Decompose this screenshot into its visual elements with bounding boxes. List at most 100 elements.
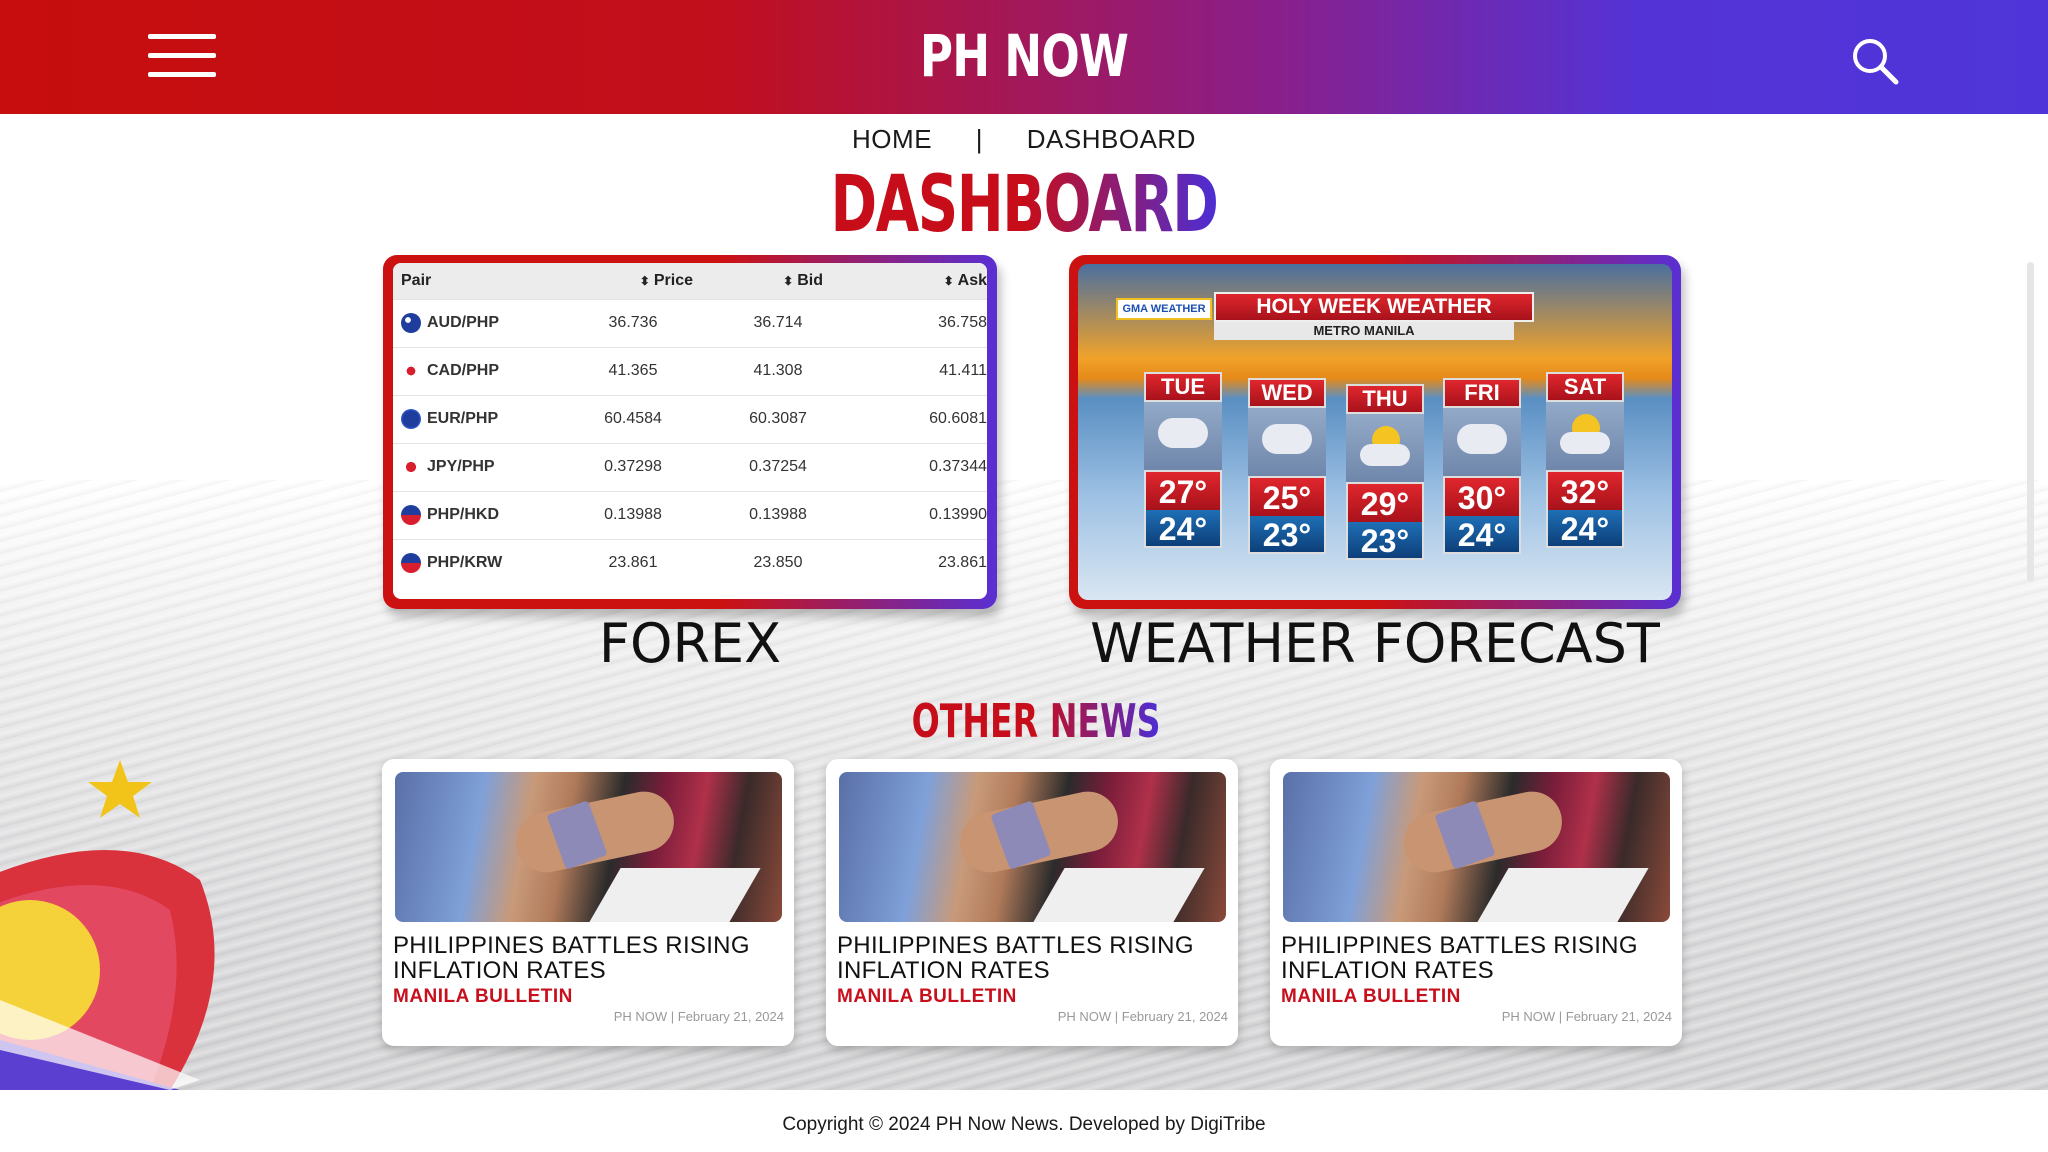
site-header: PH NOW bbox=[0, 0, 2048, 114]
forex-label: FOREX bbox=[598, 612, 782, 675]
low-temp: 23° bbox=[1346, 522, 1424, 560]
forecast-day: FRI 30° 24° bbox=[1443, 378, 1521, 554]
weather-location: METRO MANILA bbox=[1214, 322, 1514, 340]
day-name: WED bbox=[1248, 378, 1326, 408]
sun-cloud-icon bbox=[1346, 414, 1424, 482]
copyright-text: Copyright © 2024 PH Now News. Developed … bbox=[782, 1114, 1266, 1135]
day-name: FRI bbox=[1443, 378, 1521, 408]
news-card[interactable]: PHILIPPINES BATTLES RISING INFLATION RAT… bbox=[1270, 759, 1682, 1046]
breadcrumb-home[interactable]: HOME bbox=[852, 124, 932, 154]
page-title: DASHBOARD bbox=[830, 160, 1219, 250]
news-meta: PH NOW | February 21, 2024 bbox=[613, 1009, 784, 1024]
news-meta: PH NOW | February 21, 2024 bbox=[1501, 1009, 1672, 1024]
weather-forecast-image: GMA WEATHER HOLY WEEK WEATHER METRO MANI… bbox=[1078, 264, 1672, 600]
sort-icon: ⬍ bbox=[943, 273, 954, 288]
price-value: 23.861 bbox=[553, 538, 713, 587]
cloud-rain-icon bbox=[1443, 408, 1521, 476]
sun-cloud-icon bbox=[1546, 402, 1624, 470]
news-card[interactable]: PHILIPPINES BATTLES RISING INFLATION RAT… bbox=[382, 759, 794, 1046]
low-temp: 24° bbox=[1546, 510, 1624, 548]
pair-name: EUR/PHP bbox=[427, 410, 499, 428]
pair-name: JPY/PHP bbox=[427, 458, 495, 476]
breadcrumb-dashboard[interactable]: DASHBOARD bbox=[1027, 124, 1196, 154]
forex-row[interactable]: JPY/PHP 0.37298 0.37254 0.37344 bbox=[393, 442, 987, 491]
high-temp: 30° bbox=[1443, 476, 1521, 516]
forex-row[interactable]: PHP/HKD 0.13988 0.13988 0.13990 bbox=[393, 490, 987, 539]
high-temp: 29° bbox=[1346, 482, 1424, 522]
day-name: THU bbox=[1346, 384, 1424, 414]
bid-value: 23.850 bbox=[713, 538, 843, 587]
news-thumbnail bbox=[839, 772, 1226, 922]
weather-forecast-label: WEATHER FORECAST bbox=[1090, 612, 1660, 675]
price-value: 0.37298 bbox=[553, 442, 713, 491]
column-header-pair[interactable]: Pair bbox=[393, 263, 553, 299]
philippines-flag-icon bbox=[401, 505, 421, 525]
bid-value: 36.714 bbox=[713, 298, 843, 347]
weather-banner: HOLY WEEK WEATHER bbox=[1214, 292, 1534, 322]
column-header-ask[interactable]: ⬍ Ask bbox=[843, 263, 987, 299]
forecast-day: TUE 27° 24° bbox=[1144, 372, 1222, 548]
search-icon[interactable] bbox=[1850, 36, 1900, 86]
price-value: 0.13988 bbox=[553, 490, 713, 539]
news-thumbnail bbox=[395, 772, 782, 922]
gma-weather-logo: GMA WEATHER bbox=[1116, 298, 1212, 320]
ask-value: 41.411 bbox=[843, 346, 987, 395]
forex-row[interactable]: PHP/KRW 23.861 23.850 23.861 bbox=[393, 538, 987, 587]
forecast-day: WED 25° 23° bbox=[1248, 378, 1326, 554]
forex-row[interactable]: EUR/PHP 60.4584 60.3087 60.6081 bbox=[393, 394, 987, 443]
japan-flag-icon bbox=[401, 457, 421, 477]
day-name: SAT bbox=[1546, 372, 1624, 402]
philippines-flag-icon bbox=[401, 553, 421, 574]
news-source: MANILA BULLETIN bbox=[393, 986, 573, 1007]
column-header-price[interactable]: ⬍ Price bbox=[553, 263, 713, 299]
philippine-flag-decoration bbox=[0, 760, 215, 1090]
site-brand[interactable]: PH NOW bbox=[225, 22, 1822, 90]
breadcrumb-separator: | bbox=[975, 124, 984, 154]
bid-value: 0.13988 bbox=[713, 490, 843, 539]
bid-value: 60.3087 bbox=[713, 394, 843, 443]
other-news-heading: OTHER NEWS bbox=[911, 694, 1161, 748]
sort-icon: ⬍ bbox=[639, 273, 650, 288]
high-temp: 32° bbox=[1546, 470, 1624, 510]
news-headline[interactable]: PHILIPPINES BATTLES RISING INFLATION RAT… bbox=[1281, 933, 1671, 983]
news-headline[interactable]: PHILIPPINES BATTLES RISING INFLATION RAT… bbox=[393, 933, 783, 983]
news-meta: PH NOW | February 21, 2024 bbox=[1057, 1009, 1228, 1024]
high-temp: 27° bbox=[1144, 470, 1222, 510]
column-header-bid[interactable]: ⬍ Bid bbox=[713, 263, 843, 299]
eu-flag-icon bbox=[401, 409, 421, 429]
site-footer: Copyright © 2024 PH Now News. Developed … bbox=[0, 1090, 2048, 1152]
cloud-rain-icon bbox=[1144, 402, 1222, 470]
pair-name: PHP/KRW bbox=[427, 554, 503, 572]
weather-widget[interactable]: GMA WEATHER HOLY WEEK WEATHER METRO MANI… bbox=[1069, 255, 1681, 609]
price-value: 41.365 bbox=[553, 346, 713, 395]
forex-widget: Pair ⬍ Price ⬍ Bid ⬍ Ask AUD/PHP 36.736 36.… bbox=[383, 255, 997, 609]
forex-row[interactable]: CAD/PHP 41.365 41.308 41.411 bbox=[393, 346, 987, 395]
day-name: TUE bbox=[1144, 372, 1222, 402]
cloud-rain-icon bbox=[1248, 408, 1326, 476]
pair-name: CAD/PHP bbox=[427, 362, 500, 380]
forex-table: Pair ⬍ Price ⬍ Bid ⬍ Ask AUD/PHP 36.736 36.… bbox=[393, 263, 987, 587]
low-temp: 24° bbox=[1443, 516, 1521, 554]
news-source: MANILA BULLETIN bbox=[1281, 986, 1461, 1007]
ask-value: 0.13990 bbox=[843, 490, 987, 539]
scrollbar[interactable] bbox=[2027, 262, 2034, 582]
forex-row[interactable]: AUD/PHP 36.736 36.714 36.758 bbox=[393, 298, 987, 347]
ask-value: 0.37344 bbox=[843, 442, 987, 491]
news-headline[interactable]: PHILIPPINES BATTLES RISING INFLATION RAT… bbox=[837, 933, 1227, 983]
sort-icon: ⬍ bbox=[783, 273, 794, 288]
price-value: 60.4584 bbox=[553, 394, 713, 443]
bid-value: 0.37254 bbox=[713, 442, 843, 491]
forecast-day: THU 29° 23° bbox=[1346, 384, 1424, 560]
high-temp: 25° bbox=[1248, 476, 1326, 516]
pair-name: AUD/PHP bbox=[427, 314, 500, 332]
australia-flag-icon bbox=[401, 313, 421, 333]
canada-flag-icon bbox=[401, 361, 421, 381]
pair-name: PHP/HKD bbox=[427, 506, 500, 524]
ask-value: 60.6081 bbox=[843, 394, 987, 443]
low-temp: 23° bbox=[1248, 516, 1326, 554]
bid-value: 41.308 bbox=[713, 346, 843, 395]
hamburger-menu-icon[interactable] bbox=[148, 34, 216, 78]
news-source: MANILA BULLETIN bbox=[837, 986, 1017, 1007]
news-card[interactable]: PHILIPPINES BATTLES RISING INFLATION RAT… bbox=[826, 759, 1238, 1046]
ask-value: 36.758 bbox=[843, 298, 987, 347]
